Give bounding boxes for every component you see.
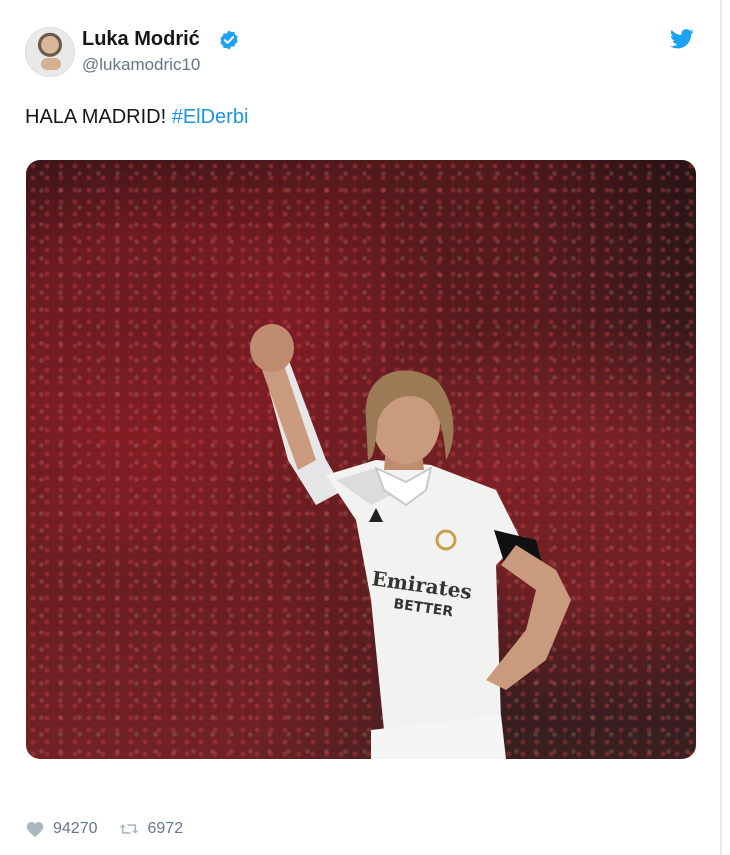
- author-handle[interactable]: @lukamodric10: [82, 55, 200, 75]
- tweet-card: Luka Modrić @lukamodric10 HALA MADRID! #…: [0, 0, 722, 855]
- twitter-bird-icon[interactable]: [670, 28, 694, 50]
- retweet-count: 6972: [147, 820, 184, 837]
- avatar-hands: [41, 58, 61, 70]
- author-name[interactable]: Luka Modrić: [82, 28, 200, 51]
- player-illustration: Emirates BETTER: [250, 324, 571, 759]
- verified-badge-icon: [220, 30, 238, 50]
- like-stat[interactable]: 94270: [25, 820, 98, 838]
- tweet-text: HALA MADRID! #ElDerbi: [25, 106, 248, 129]
- retweet-stat[interactable]: 6972: [118, 820, 184, 838]
- hashtag-link[interactable]: #ElDerbi: [172, 106, 249, 128]
- tweet-text-body: HALA MADRID!: [25, 106, 172, 128]
- retweet-icon: [119, 824, 138, 834]
- tweet-photo[interactable]: Emirates BETTER: [26, 160, 696, 759]
- tweet-footer: 94270 6972: [25, 820, 183, 838]
- heart-icon: [26, 822, 44, 838]
- author-avatar[interactable]: [25, 27, 75, 77]
- like-count: 94270: [53, 820, 98, 837]
